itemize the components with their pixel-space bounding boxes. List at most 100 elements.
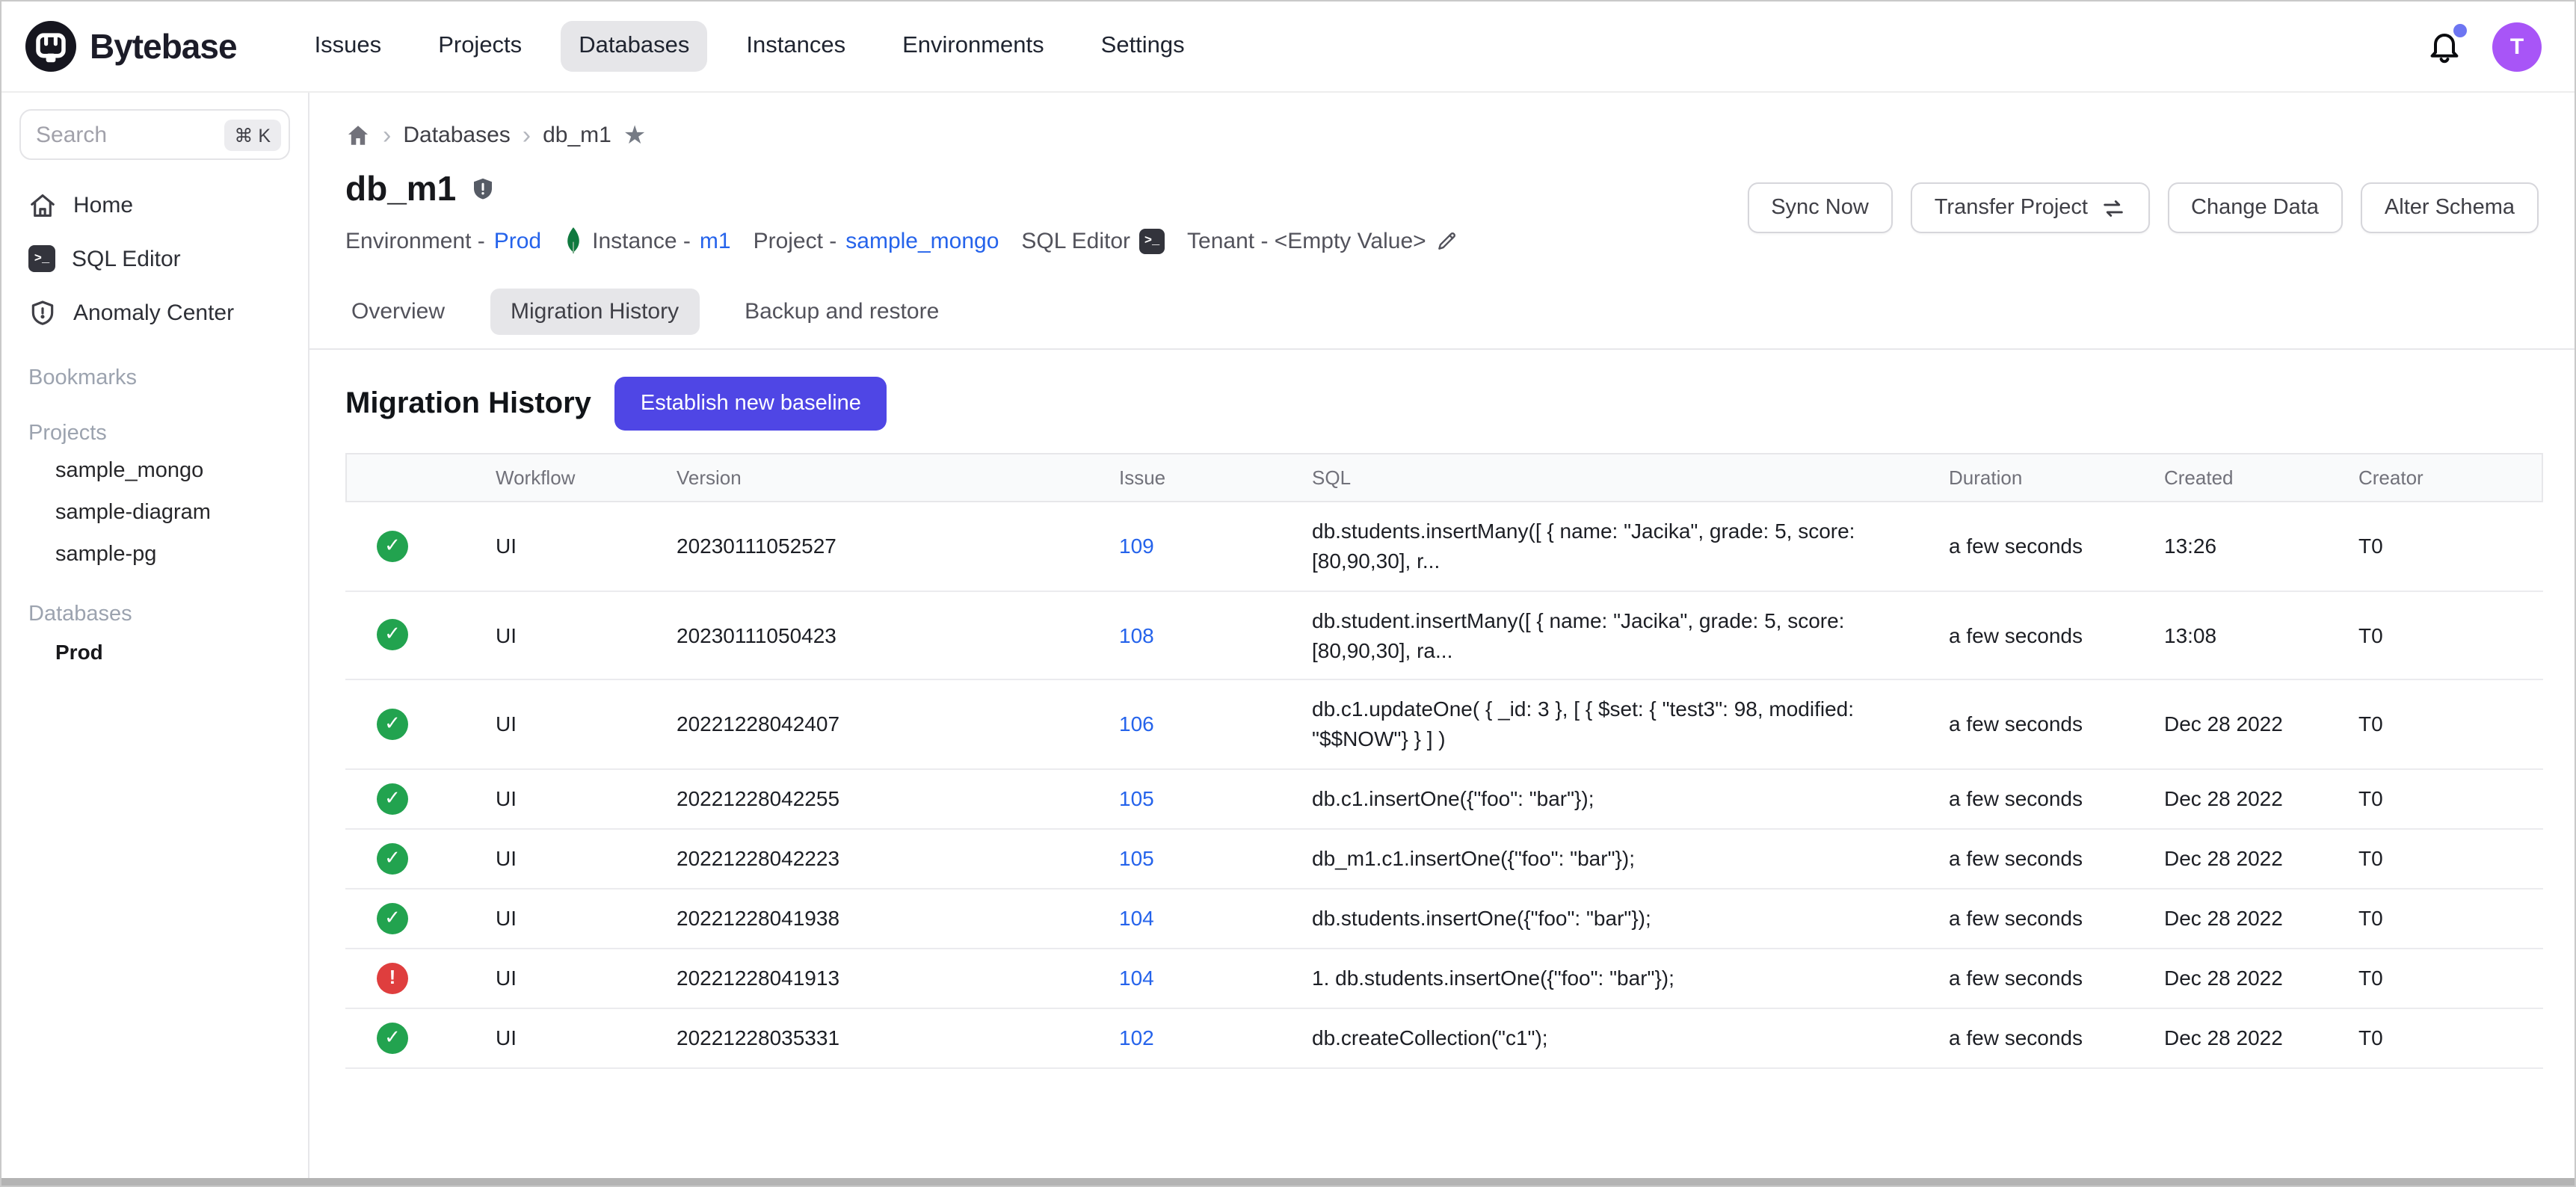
bookmark-star-icon[interactable]: ★ xyxy=(623,122,647,147)
bytebase-logo-icon xyxy=(25,21,76,72)
nav-right: T xyxy=(2426,22,2542,71)
issue-link[interactable]: 105 xyxy=(1119,786,1154,810)
notification-dot xyxy=(2453,24,2467,37)
cell-created: 13:08 xyxy=(2164,591,2358,679)
table-row[interactable]: UI 20221228042223 105 db_m1.c1.insertOne… xyxy=(346,829,2542,889)
chevron-right-icon: › xyxy=(523,122,531,147)
alter-schema-button[interactable]: Alter Schema xyxy=(2361,182,2539,233)
button-label: Transfer Project xyxy=(1935,196,2088,220)
section-label: Databases xyxy=(19,598,290,631)
pencil-edit-icon[interactable] xyxy=(1435,229,1459,253)
breadcrumb-db-m1[interactable]: db_m1 xyxy=(543,122,611,147)
brand-logo[interactable]: Bytebase xyxy=(25,21,237,72)
meta-label: SQL Editor xyxy=(1021,228,1130,253)
nav-item-projects[interactable]: Projects xyxy=(420,21,540,72)
sync-now-button[interactable]: Sync Now xyxy=(1747,182,1893,233)
meta-label: Tenant - <Empty Value> xyxy=(1187,228,1426,253)
project-link[interactable]: sample_mongo xyxy=(845,228,999,253)
cell-workflow: UI xyxy=(496,679,677,768)
tab-migration-history[interactable]: Migration History xyxy=(490,289,700,335)
environment-link[interactable]: Prod xyxy=(494,228,541,253)
nav-item-instances[interactable]: Instances xyxy=(728,21,863,72)
cell-creator: T0 xyxy=(2358,591,2542,679)
cell-sql: db.c1.updateOne( { _id: 3 }, [ { $set: {… xyxy=(1312,679,1949,768)
sidebar-item-sample-pg[interactable]: sample-pg xyxy=(19,534,290,576)
issue-link[interactable]: 108 xyxy=(1119,623,1154,647)
migration-history-heading: Migration History xyxy=(345,386,591,421)
sidebar-section-bookmarks: Bookmarks xyxy=(19,362,290,395)
issue-link[interactable]: 104 xyxy=(1119,906,1154,930)
terminal-icon: >_ xyxy=(1139,228,1165,253)
table-row[interactable]: UI 20230111050423 108 db.student.insertM… xyxy=(346,591,2542,679)
cell-sql: db.student.insertMany([ { name: "Jacika"… xyxy=(1312,591,1949,679)
table-row[interactable]: UI 20221228041938 104 db.students.insert… xyxy=(346,889,2542,949)
col-status xyxy=(346,454,496,502)
top-nav: Bytebase Issues Projects Databases Insta… xyxy=(1,1,2575,93)
cell-duration: a few seconds xyxy=(1949,502,2164,591)
protect-shield-icon xyxy=(469,174,496,203)
brand-name: Bytebase xyxy=(90,26,237,67)
main-content: › Databases › db_m1 ★ db_m1 Envi xyxy=(309,93,2575,1181)
sidebar-item-sql-editor[interactable]: >_ SQL Editor xyxy=(19,232,290,286)
sidebar-item-home[interactable]: Home xyxy=(19,178,290,232)
cell-version: 20221228041938 xyxy=(677,889,1119,949)
table-row[interactable]: UI 20230111052527 109 db.students.insert… xyxy=(346,502,2542,591)
status-error-icon xyxy=(377,963,408,994)
cell-workflow: UI xyxy=(496,502,677,591)
issue-link[interactable]: 104 xyxy=(1119,966,1154,990)
user-avatar[interactable]: T xyxy=(2492,22,2542,71)
issue-link[interactable]: 106 xyxy=(1119,712,1154,736)
search-placeholder: Search xyxy=(36,122,107,147)
nav-item-databases[interactable]: Databases xyxy=(561,21,707,72)
status-success-icon xyxy=(377,620,408,651)
change-data-button[interactable]: Change Data xyxy=(2167,182,2343,233)
col-duration: Duration xyxy=(1949,454,2164,502)
action-buttons: Sync Now Transfer Project Change Data Al… xyxy=(1747,182,2539,233)
cell-sql: 1. db.students.insertOne({"foo": "bar"})… xyxy=(1312,949,1949,1008)
cell-sql: db.students.insertOne({"foo": "bar"}); xyxy=(1312,889,1949,949)
cell-version: 20230111050423 xyxy=(677,591,1119,679)
cell-created: Dec 28 2022 xyxy=(2164,829,2358,889)
col-sql: SQL xyxy=(1312,454,1949,502)
cell-duration: a few seconds xyxy=(1949,949,2164,1008)
breadcrumb-databases[interactable]: Databases xyxy=(403,122,510,147)
chevron-right-icon: › xyxy=(383,122,391,147)
home-breadcrumb-icon[interactable] xyxy=(345,122,371,147)
nav-item-environments[interactable]: Environments xyxy=(884,21,1062,72)
meta-sql-editor[interactable]: SQL Editor >_ xyxy=(1021,228,1165,253)
cell-created: Dec 28 2022 xyxy=(2164,889,2358,949)
table-row[interactable]: UI 20221228041913 104 1. db.students.ins… xyxy=(346,949,2542,1008)
nav-item-issues[interactable]: Issues xyxy=(297,21,400,72)
tab-backup-and-restore[interactable]: Backup and restore xyxy=(739,289,945,335)
transfer-project-button[interactable]: Transfer Project xyxy=(1911,182,2149,233)
issue-link[interactable]: 105 xyxy=(1119,846,1154,870)
establish-baseline-button[interactable]: Establish new baseline xyxy=(615,377,887,431)
sidebar-item-prod[interactable]: Prod xyxy=(19,631,290,673)
instance-link[interactable]: m1 xyxy=(700,228,731,253)
cell-creator: T0 xyxy=(2358,829,2542,889)
cell-created: Dec 28 2022 xyxy=(2164,679,2358,768)
search-input[interactable]: Search ⌘ K xyxy=(19,109,290,160)
sidebar-section-projects: Projects sample_mongo sample-diagram sam… xyxy=(19,417,290,576)
table-row[interactable]: UI 20221228042407 106 db.c1.updateOne( {… xyxy=(346,679,2542,768)
tab-overview[interactable]: Overview xyxy=(345,289,451,335)
status-success-icon xyxy=(377,531,408,562)
issue-link[interactable]: 109 xyxy=(1119,534,1154,558)
sidebar-item-anomaly-center[interactable]: Anomaly Center xyxy=(19,286,290,339)
notifications-bell-icon[interactable] xyxy=(2426,28,2462,64)
tab-bar: Overview Migration History Backup and re… xyxy=(309,289,2575,350)
table-row[interactable]: UI 20221228035331 102 db.createCollectio… xyxy=(346,1008,2542,1068)
sidebar-item-sample-mongo[interactable]: sample_mongo xyxy=(19,450,290,492)
section-label: Projects xyxy=(19,417,290,450)
table-row[interactable]: UI 20221228042255 105 db.c1.insertOne({"… xyxy=(346,769,2542,829)
cell-duration: a few seconds xyxy=(1949,769,2164,829)
col-workflow: Workflow xyxy=(496,454,677,502)
sidebar-item-sample-diagram[interactable]: sample-diagram xyxy=(19,492,290,534)
mongodb-leaf-icon xyxy=(564,226,583,256)
bytebase-app: Bytebase Issues Projects Databases Insta… xyxy=(0,0,2576,1187)
col-issue: Issue xyxy=(1119,454,1312,502)
cell-duration: a few seconds xyxy=(1949,679,2164,768)
issue-link[interactable]: 102 xyxy=(1119,1026,1154,1049)
nav-item-settings[interactable]: Settings xyxy=(1083,21,1203,72)
meta-environment: Environment - Prod xyxy=(345,228,541,253)
